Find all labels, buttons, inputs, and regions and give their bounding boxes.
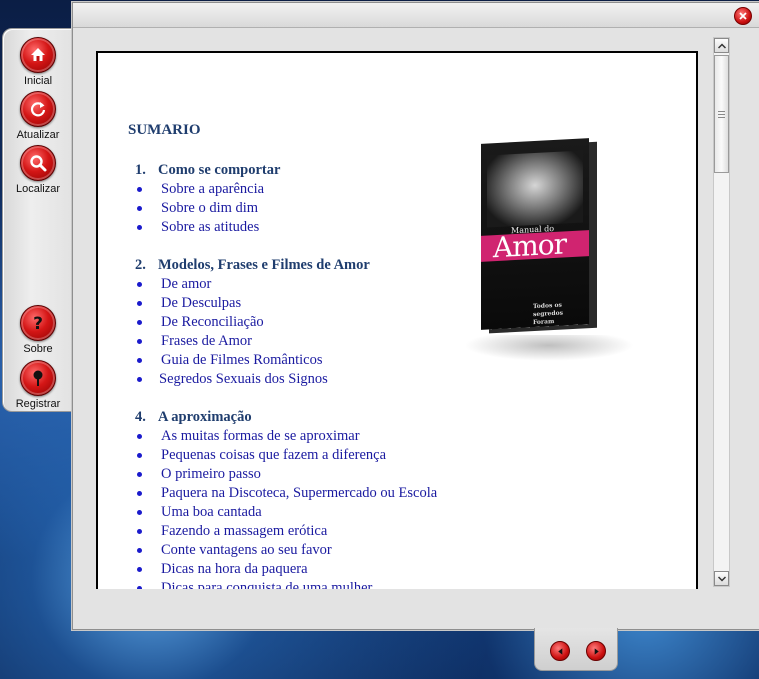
section-title: Como se comportar — [158, 162, 281, 178]
page-navigation — [534, 628, 618, 671]
book-title: Amor — [493, 227, 567, 265]
arrow-right-icon — [594, 647, 599, 655]
about-label: Sobre — [23, 343, 53, 355]
book-shadow — [464, 335, 634, 361]
book-cover: Manual do Amor Todos os segredos Foram R… — [481, 138, 589, 330]
register-button[interactable]: Registrar — [3, 360, 73, 410]
list-item[interactable]: Dicas na hora da paquera — [128, 560, 696, 579]
section-list: As muitas formas de se aproximar Pequena… — [128, 427, 696, 589]
chevron-up-icon — [717, 42, 726, 49]
search-button[interactable]: Localizar — [3, 145, 73, 195]
section-title: A aproximação — [158, 409, 252, 425]
scroll-down-button[interactable] — [714, 571, 729, 586]
book-cover-image: Manual do Amor Todos os segredos Foram R… — [434, 135, 640, 389]
main-window: SUMARIO 1. Como se comportar Sobre a apar… — [72, 2, 759, 630]
refresh-icon — [20, 91, 56, 127]
book-photo — [487, 150, 583, 228]
section-number: 4. — [135, 409, 146, 425]
book-subtitle: Todos os segredos Foram Revelados — [533, 301, 567, 330]
list-item[interactable]: Uma boa cantada — [128, 503, 696, 522]
svg-text:?: ? — [33, 314, 43, 333]
register-label: Registrar — [15, 398, 61, 410]
list-item[interactable]: Paquera na Discoteca, Supermercado ou Es… — [128, 484, 696, 503]
section-number: 2. — [135, 257, 146, 273]
list-item[interactable]: Conte vantagens ao seu favor — [128, 541, 696, 560]
list-item[interactable]: Pequenas coisas que fazem a diferença — [128, 446, 696, 465]
list-item[interactable]: Dicas para conquista de uma mulher — [128, 579, 696, 589]
list-item[interactable]: O primeiro passo — [128, 465, 696, 484]
chevron-down-icon — [717, 575, 726, 582]
scroll-thumb[interactable] — [714, 55, 729, 173]
list-item[interactable]: Fazendo a massagem erótica — [128, 522, 696, 541]
refresh-label: Atualizar — [16, 129, 60, 141]
list-item[interactable]: As muitas formas de se aproximar — [128, 427, 696, 446]
refresh-button[interactable]: Atualizar — [3, 91, 73, 141]
search-icon — [20, 145, 56, 181]
close-icon — [739, 12, 747, 20]
arrow-left-icon — [557, 647, 562, 655]
section-number: 1. — [135, 162, 146, 178]
about-button[interactable]: ? Sobre — [3, 305, 73, 355]
help-icon: ? — [20, 305, 56, 341]
close-button[interactable] — [734, 7, 752, 25]
home-label: Inicial — [23, 75, 53, 87]
prev-page-button[interactable] — [550, 641, 570, 661]
section-title: Modelos, Frases e Filmes de Amor — [158, 257, 370, 273]
pin-icon — [20, 360, 56, 396]
document-viewer[interactable]: SUMARIO 1. Como se comportar Sobre a apar… — [96, 51, 698, 589]
home-icon — [20, 37, 56, 73]
scroll-up-button[interactable] — [714, 38, 729, 53]
section-heading[interactable]: 4. A aproximação — [128, 408, 696, 427]
side-toolbar: Inicial Atualizar Localizar ? Sobre Regi… — [2, 28, 74, 412]
search-label: Localizar — [15, 183, 61, 195]
title-bar — [73, 3, 759, 28]
grip-icon — [718, 110, 725, 118]
vertical-scrollbar[interactable] — [713, 37, 730, 587]
home-button[interactable]: Inicial — [3, 37, 73, 87]
next-page-button[interactable] — [586, 641, 606, 661]
